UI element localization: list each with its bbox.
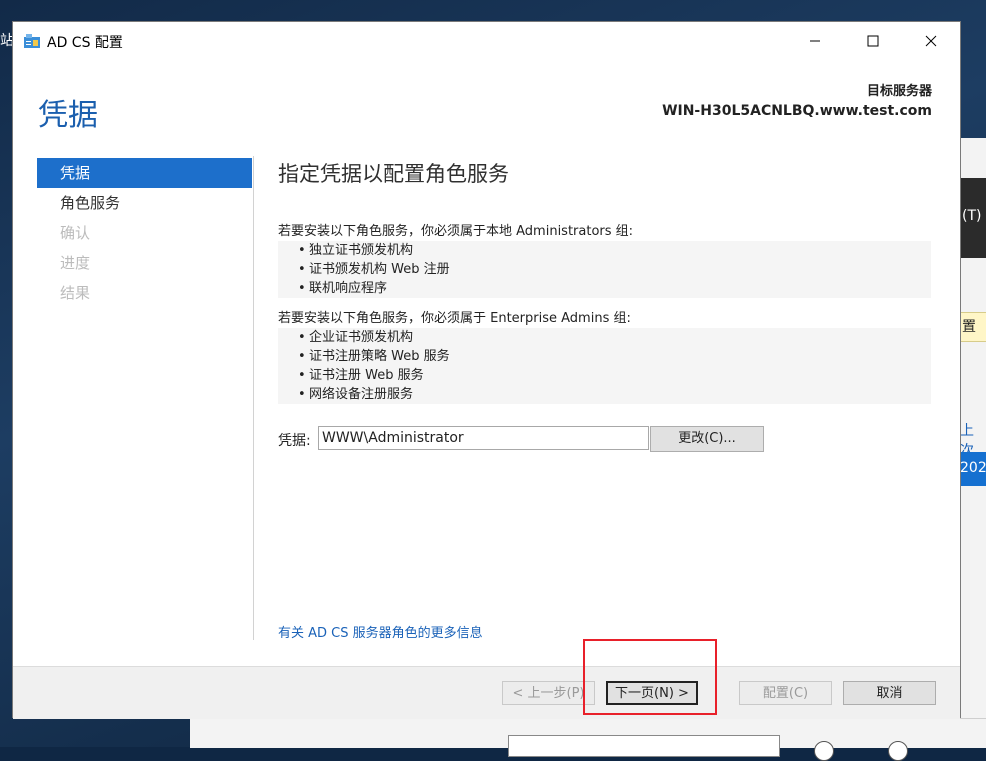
previous-button[interactable]: < 上一步(P) — [502, 681, 595, 705]
server-manager-icon — [24, 34, 40, 48]
list-item: 证书颁发机构 Web 注册 — [278, 260, 931, 279]
page-header: 凭据 目标服务器 WIN-H30L5ACNLBQ.www.test.com — [13, 60, 960, 156]
enterprise-group-list: 企业证书颁发机构 证书注册策略 Web 服务 证书注册 Web 服务 网络设备注… — [278, 328, 931, 404]
minimize-icon — [810, 40, 820, 42]
admin-group-intro: 若要安装以下角色服务，你必须属于本地 Administrators 组: — [278, 224, 634, 239]
wizard-footer: < 上一步(P) 下一页(N) > 配置(C) 取消 — [13, 666, 960, 719]
section-title: 指定凭据以配置角色服务 — [278, 162, 509, 186]
list-item: 证书注册策略 Web 服务 — [278, 347, 931, 366]
wizard-nav: 凭据 角色服务 确认 进度 结果 — [37, 158, 252, 308]
enterprise-group-intro: 若要安装以下角色服务，你必须属于 Enterprise Admins 组: — [278, 311, 631, 326]
list-item: 独立证书颁发机构 — [278, 241, 931, 260]
background-text-snippet: 置 — [962, 319, 976, 335]
credential-label: 凭据: — [278, 433, 311, 449]
background-lower-panel — [190, 718, 986, 761]
list-item: 证书注册 Web 服务 — [278, 366, 931, 385]
change-credentials-button[interactable]: 更改(C)... — [650, 426, 764, 452]
configure-button[interactable]: 配置(C) — [739, 681, 832, 705]
maximize-icon — [867, 35, 879, 47]
cancel-button[interactable]: 取消 — [843, 681, 936, 705]
nav-item-progress: 进度 — [60, 254, 91, 272]
admin-group-list: 独立证书颁发机构 证书颁发机构 Web 注册 联机响应程序 — [278, 241, 931, 298]
list-item: 企业证书颁发机构 — [278, 328, 931, 347]
list-item: 网络设备注册服务 — [278, 385, 931, 404]
background-text-snippet: (T) — [962, 208, 982, 224]
target-server-name: WIN-H30L5ACNLBQ.www.test.com — [662, 103, 932, 119]
credential-field: WWW\Administrator — [318, 426, 649, 450]
window-title: AD CS 配置 — [47, 35, 123, 51]
next-button[interactable]: 下一页(N) > — [606, 681, 698, 705]
more-info-link[interactable]: 有关 AD CS 服务器角色的更多信息 — [278, 622, 483, 641]
nav-item-role-services[interactable]: 角色服务 — [37, 188, 252, 218]
background-field — [508, 735, 780, 757]
list-item: 联机响应程序 — [278, 279, 931, 298]
nav-item-confirmation: 确认 — [60, 224, 91, 242]
background-text-snippet: 2025 — [960, 460, 986, 476]
close-icon — [925, 35, 937, 47]
nav-item-credentials[interactable]: 凭据 — [37, 158, 252, 188]
page-title: 凭据 — [38, 98, 98, 133]
nav-divider — [253, 156, 254, 640]
title-bar[interactable]: AD CS 配置 — [13, 22, 960, 60]
background-radio — [888, 741, 908, 761]
ad-cs-config-dialog: AD CS 配置 凭据 目标服务器 WIN-H30L5ACNLBQ.www.te… — [12, 21, 961, 719]
close-button[interactable] — [902, 22, 960, 60]
maximize-button[interactable] — [844, 22, 902, 60]
minimize-button[interactable] — [786, 22, 844, 60]
target-server-label: 目标服务器 — [866, 84, 932, 99]
background-radio — [814, 741, 834, 761]
nav-item-results: 结果 — [60, 284, 91, 302]
